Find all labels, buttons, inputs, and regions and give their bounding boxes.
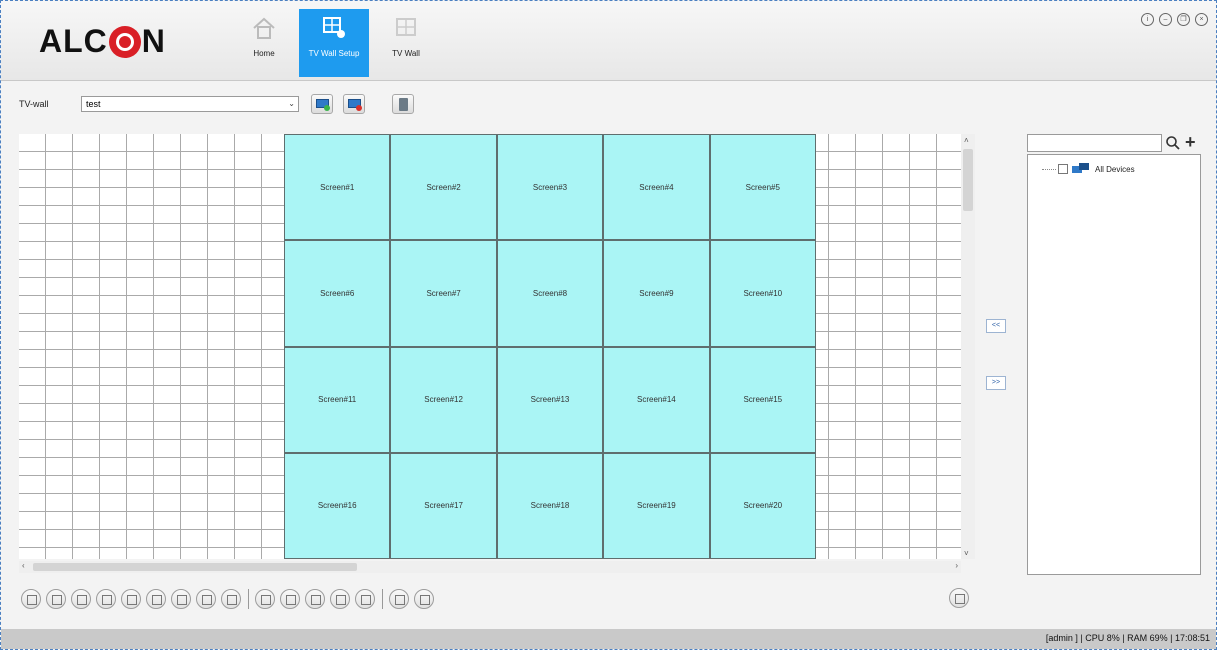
tv-wall-canvas[interactable]: Screen#1 Screen#2 Screen#3 Screen#4 Screen#5… bbox=[19, 134, 961, 559]
logo-badge bbox=[108, 25, 141, 58]
layout-1-icon[interactable] bbox=[21, 589, 41, 609]
align-right-icon[interactable] bbox=[280, 589, 300, 609]
scroll-up-icon[interactable]: ˄ bbox=[964, 136, 969, 145]
minus-icon bbox=[356, 105, 362, 111]
screen-tile[interactable]: Screen#16 bbox=[285, 453, 390, 558]
fit-icon[interactable] bbox=[355, 589, 375, 609]
screen-tile[interactable]: Screen#10 bbox=[710, 241, 815, 346]
logo-text-right: N bbox=[141, 23, 166, 59]
screen-tile[interactable]: Screen#18 bbox=[497, 453, 603, 558]
remove-tv-wall-button[interactable] bbox=[343, 94, 365, 114]
screen-tile[interactable]: Screen#1 bbox=[285, 135, 390, 240]
nav-tv-wall-setup-label: TV Wall Setup bbox=[308, 49, 360, 58]
screen-tile[interactable]: Screen#19 bbox=[604, 453, 709, 558]
screen-tile[interactable]: Screen#4 bbox=[604, 135, 709, 240]
info-icon[interactable]: i bbox=[1141, 13, 1154, 26]
header: ALC N Home TV Wall Setup TV Wall i – ❐ × bbox=[1, 1, 1216, 81]
tvwall-toolbar: TV-wall test ⌄ bbox=[1, 89, 601, 119]
screen-tile[interactable]: Screen#11 bbox=[285, 347, 390, 452]
restore-icon[interactable]: ❐ bbox=[1177, 13, 1190, 26]
screen-tile[interactable]: Screen#5 bbox=[710, 135, 815, 240]
search-icon[interactable] bbox=[1165, 135, 1181, 151]
bottom-toolbar bbox=[21, 587, 439, 611]
alcon-logo: ALC N bbox=[39, 23, 166, 60]
screen-tile[interactable]: Screen#3 bbox=[497, 135, 603, 240]
home-icon bbox=[253, 17, 275, 39]
move-left-button[interactable]: << bbox=[986, 319, 1006, 333]
app-window: ALC N Home TV Wall Setup TV Wall i – ❐ ×… bbox=[0, 0, 1217, 650]
checkbox[interactable] bbox=[1058, 164, 1068, 174]
horizontal-scrollbar[interactable]: ‹ › bbox=[19, 561, 961, 573]
align-left-icon[interactable] bbox=[255, 589, 275, 609]
save-icon[interactable] bbox=[949, 588, 969, 608]
scroll-right-icon[interactable]: › bbox=[955, 561, 958, 570]
chevron-down-icon: ⌄ bbox=[288, 99, 295, 108]
screen-grid: Screen#1 Screen#2 Screen#3 Screen#4 Screen#5… bbox=[284, 134, 816, 559]
status-bar: [admin ] | CPU 8% | RAM 69% | 17:08:51 bbox=[1, 629, 1216, 649]
edit-icon[interactable] bbox=[121, 589, 141, 609]
device-tree: All Devices bbox=[1027, 154, 1201, 575]
scroll-left-icon[interactable]: ‹ bbox=[22, 561, 25, 570]
close-icon[interactable]: × bbox=[1195, 13, 1208, 26]
nav-tv-wall-button[interactable]: TV Wall bbox=[371, 9, 441, 77]
screen-tile[interactable]: Screen#17 bbox=[391, 453, 496, 558]
zoom-out-icon[interactable] bbox=[221, 589, 241, 609]
delete-icon[interactable] bbox=[171, 589, 191, 609]
nav-tv-wall-setup-button[interactable]: TV Wall Setup bbox=[299, 9, 369, 77]
screen-icon[interactable] bbox=[389, 589, 409, 609]
merge-icon[interactable] bbox=[146, 589, 166, 609]
horizontal-scroll-thumb[interactable] bbox=[33, 563, 357, 571]
vertical-scroll-thumb[interactable] bbox=[963, 149, 973, 211]
tvwall-select-value: test bbox=[86, 99, 101, 109]
screen-tile[interactable]: Screen#2 bbox=[391, 135, 496, 240]
trash-icon bbox=[399, 98, 408, 111]
layout-4-icon[interactable] bbox=[46, 589, 66, 609]
delete-tv-wall-button[interactable] bbox=[392, 94, 414, 114]
zoom-in-icon[interactable] bbox=[196, 589, 216, 609]
add-icon[interactable]: + bbox=[1185, 133, 1196, 151]
nav-home-button[interactable]: Home bbox=[229, 9, 299, 77]
logo-text-left: ALC bbox=[39, 23, 108, 59]
toolbar-divider bbox=[382, 589, 383, 609]
screen-tile[interactable]: Screen#8 bbox=[497, 241, 603, 346]
tree-node-all-devices[interactable]: All Devices bbox=[1042, 163, 1135, 175]
device-search-input[interactable] bbox=[1027, 134, 1162, 152]
align-top-icon[interactable] bbox=[305, 589, 325, 609]
screen-tile[interactable]: Screen#7 bbox=[391, 241, 496, 346]
layout-9-icon[interactable] bbox=[71, 589, 91, 609]
screen-tile[interactable]: Screen#13 bbox=[497, 347, 603, 452]
server-icon[interactable] bbox=[414, 589, 434, 609]
align-bottom-icon[interactable] bbox=[330, 589, 350, 609]
screen-tile[interactable]: Screen#12 bbox=[391, 347, 496, 452]
minimize-icon[interactable]: – bbox=[1159, 13, 1172, 26]
devices-icon bbox=[1072, 163, 1089, 173]
nav-tv-wall-label: TV Wall bbox=[392, 49, 420, 58]
nav-home-label: Home bbox=[253, 49, 275, 58]
scroll-down-icon[interactable]: ˅ bbox=[964, 549, 969, 558]
screen-tile[interactable]: Screen#9 bbox=[604, 241, 709, 346]
add-tv-wall-button[interactable] bbox=[311, 94, 333, 114]
screen-tile[interactable]: Screen#15 bbox=[710, 347, 815, 452]
screen-tile[interactable]: Screen#14 bbox=[604, 347, 709, 452]
layout-16-icon[interactable] bbox=[96, 589, 116, 609]
move-right-button[interactable]: >> bbox=[986, 376, 1006, 390]
status-text: [admin ] | CPU 8% | RAM 69% | 17:08:51 bbox=[1045, 633, 1210, 643]
tvwall-label: TV-wall bbox=[19, 99, 49, 109]
toolbar-divider bbox=[248, 589, 249, 609]
window-controls: i – ❐ × bbox=[1141, 13, 1208, 26]
tree-node-label: All Devices bbox=[1095, 164, 1135, 174]
screen-tile[interactable]: Screen#20 bbox=[710, 453, 815, 558]
plus-icon bbox=[324, 105, 330, 111]
tv-wall-setup-icon bbox=[323, 17, 345, 38]
tv-wall-icon bbox=[396, 18, 416, 36]
tvwall-select[interactable]: test ⌄ bbox=[81, 96, 299, 112]
screen-tile[interactable]: Screen#6 bbox=[285, 241, 390, 346]
vertical-scrollbar[interactable]: ˄ ˅ bbox=[961, 134, 975, 559]
